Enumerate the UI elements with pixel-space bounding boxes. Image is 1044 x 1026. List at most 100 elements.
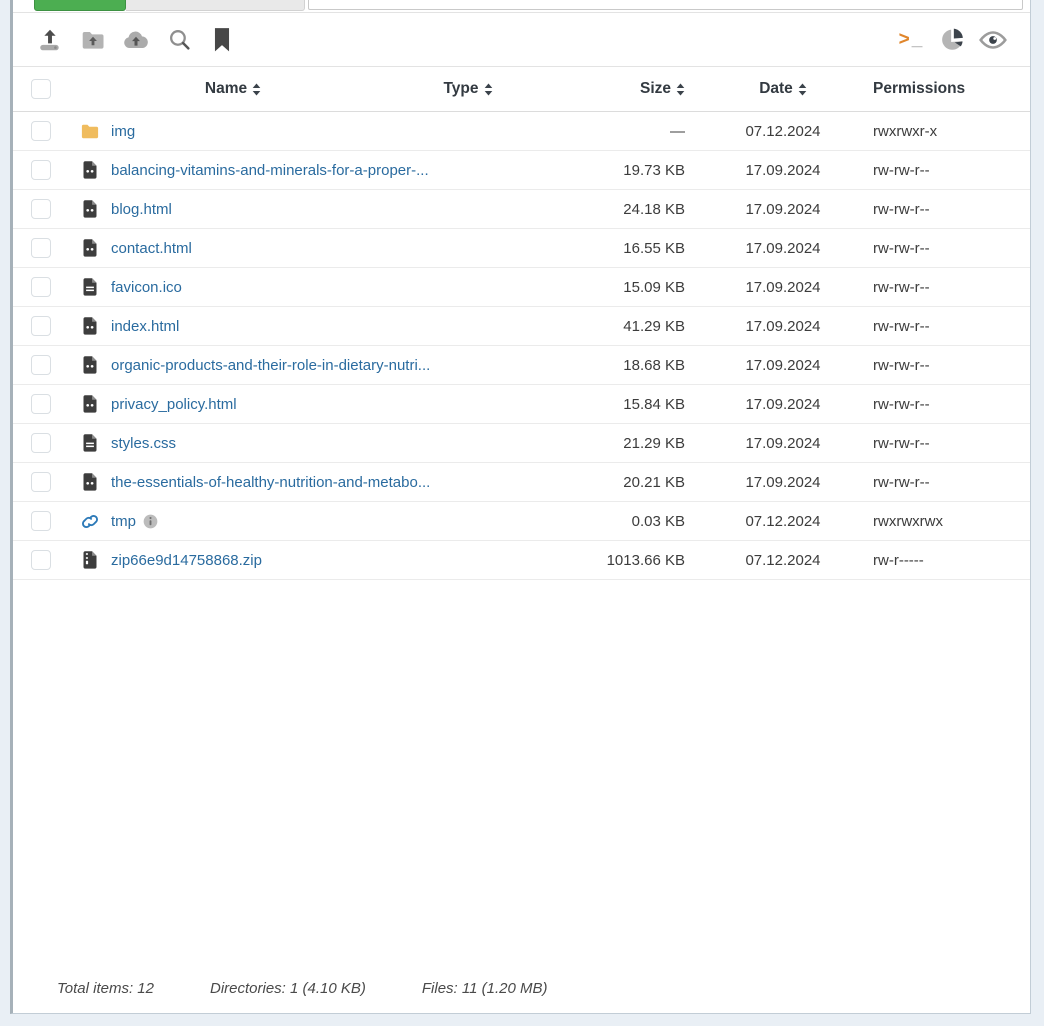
row-checkbox[interactable] — [31, 316, 51, 336]
upload-icon[interactable] — [35, 25, 65, 55]
file-name-link[interactable]: balancing-vitamins-and-minerals-for-a-pr… — [111, 162, 429, 179]
row-checkbox[interactable] — [31, 355, 51, 375]
file-name-link[interactable]: styles.css — [111, 435, 176, 452]
column-label: Type — [443, 80, 478, 98]
file-permissions: rw-rw-r-- — [873, 396, 1023, 413]
column-header-size[interactable]: Size — [640, 80, 685, 98]
file-date: 17.09.2024 — [693, 396, 873, 413]
html-icon — [81, 317, 99, 335]
file-date: 07.12.2024 — [693, 123, 873, 140]
sort-icon — [252, 83, 261, 96]
file-date: 17.09.2024 — [693, 357, 873, 374]
file-permissions: rw-rw-r-- — [873, 435, 1023, 452]
html-icon — [81, 200, 99, 218]
row-checkbox[interactable] — [31, 472, 51, 492]
preview-icon[interactable] — [978, 25, 1008, 55]
file-date: 17.09.2024 — [693, 435, 873, 452]
table-row: privacy_policy.html 15.84 KB17.09.2024rw-… — [13, 385, 1030, 424]
column-label: Name — [205, 80, 247, 98]
file-date: 17.09.2024 — [693, 240, 873, 257]
column-header-perm: Permissions — [873, 80, 965, 98]
html-icon — [81, 473, 99, 491]
file-date: 17.09.2024 — [693, 318, 873, 335]
info-badge-icon[interactable] — [143, 514, 158, 529]
file-manager-panel: >_ NameTypeSizeDatePermissions img—07.12… — [10, 0, 1031, 1014]
file-size: 20.21 KB — [538, 474, 693, 491]
table-row: zip66e9d14758868.zip1013.66 KB07.12.2024… — [13, 541, 1030, 580]
file-list: img—07.12.2024rwxrwxr-xbalancing-vitamin… — [13, 112, 1030, 580]
file-size: 18.68 KB — [538, 357, 693, 374]
file-date: 17.09.2024 — [693, 279, 873, 296]
file-name-link[interactable]: blog.html — [111, 201, 172, 218]
top-green-button-fragment[interactable] — [34, 0, 126, 11]
row-checkbox[interactable] — [31, 238, 51, 258]
file-name-link[interactable]: privacy_policy.html — [111, 396, 237, 413]
html-icon — [81, 356, 99, 374]
path-input-fragment[interactable] — [308, 0, 1023, 10]
file-date: 07.12.2024 — [693, 513, 873, 530]
cloud-upload-icon[interactable] — [121, 25, 151, 55]
row-checkbox[interactable] — [31, 550, 51, 570]
file-name-link[interactable]: img — [111, 123, 135, 140]
disk-usage-icon[interactable] — [937, 25, 967, 55]
html-icon — [81, 395, 99, 413]
bookmark-icon[interactable] — [207, 25, 237, 55]
file-size: 21.29 KB — [538, 435, 693, 452]
sort-icon — [798, 83, 807, 96]
table-row: blog.html 24.18 KB17.09.2024rw-rw-r-- — [13, 190, 1030, 229]
terminal-icon[interactable]: >_ — [896, 25, 926, 55]
html-icon — [81, 161, 99, 179]
file-size: 41.29 KB — [538, 318, 693, 335]
sort-icon — [676, 83, 685, 96]
row-checkbox[interactable] — [31, 199, 51, 219]
file-size: 24.18 KB — [538, 201, 693, 218]
file-size: — — [538, 123, 693, 140]
file-name-link[interactable]: tmp — [111, 513, 136, 530]
column-header-name[interactable]: Name — [205, 80, 261, 98]
column-header-type[interactable]: Type — [443, 80, 492, 98]
file-name-link[interactable]: favicon.ico — [111, 279, 182, 296]
column-header-date[interactable]: Date — [759, 80, 807, 98]
zip-icon — [81, 551, 99, 569]
file-size: 15.09 KB — [538, 279, 693, 296]
row-checkbox[interactable] — [31, 511, 51, 531]
folder-upload-icon[interactable] — [78, 25, 108, 55]
column-label: Size — [640, 80, 671, 98]
file-permissions: rw-rw-r-- — [873, 318, 1023, 335]
html-icon — [81, 239, 99, 257]
file-permissions: rw-rw-r-- — [873, 279, 1023, 296]
file-name-link[interactable]: zip66e9d14758868.zip — [111, 552, 262, 569]
sort-icon — [484, 83, 493, 96]
file-date: 17.09.2024 — [693, 201, 873, 218]
file-size: 15.84 KB — [538, 396, 693, 413]
table-row: styles.css 21.29 KB17.09.2024rw-rw-r-- — [13, 424, 1030, 463]
toolbar: >_ — [13, 12, 1030, 66]
file-name-link[interactable]: the-essentials-of-healthy-nutrition-and-… — [111, 474, 430, 491]
top-cutoff-controls — [13, 0, 1030, 12]
row-checkbox[interactable] — [31, 277, 51, 297]
column-label: Date — [759, 80, 793, 98]
file-name-link[interactable]: index.html — [111, 318, 179, 335]
file-date: 07.12.2024 — [693, 552, 873, 569]
file-permissions: rwxrwxr-x — [873, 123, 1023, 140]
file-permissions: rw-rw-r-- — [873, 240, 1023, 257]
file-icon — [81, 434, 99, 452]
top-gray-track-fragment — [126, 0, 305, 11]
files-label: Files: 11 (1.20 MB) — [422, 980, 548, 997]
search-icon[interactable] — [164, 25, 194, 55]
file-name-link[interactable]: organic-products-and-their-role-in-dieta… — [111, 357, 430, 374]
file-icon — [81, 278, 99, 296]
table-row: balancing-vitamins-and-minerals-for-a-pr… — [13, 151, 1030, 190]
row-checkbox[interactable] — [31, 121, 51, 141]
folder-icon — [81, 122, 99, 140]
select-all-checkbox[interactable] — [31, 79, 51, 99]
table-row: organic-products-and-their-role-in-dieta… — [13, 346, 1030, 385]
status-bar: Total items: 12 Directories: 1 (4.10 KB)… — [13, 980, 1030, 1013]
file-date: 17.09.2024 — [693, 474, 873, 491]
row-checkbox[interactable] — [31, 160, 51, 180]
row-checkbox[interactable] — [31, 394, 51, 414]
column-label: Permissions — [873, 80, 965, 98]
row-checkbox[interactable] — [31, 433, 51, 453]
file-permissions: rw-rw-r-- — [873, 201, 1023, 218]
file-name-link[interactable]: contact.html — [111, 240, 192, 257]
